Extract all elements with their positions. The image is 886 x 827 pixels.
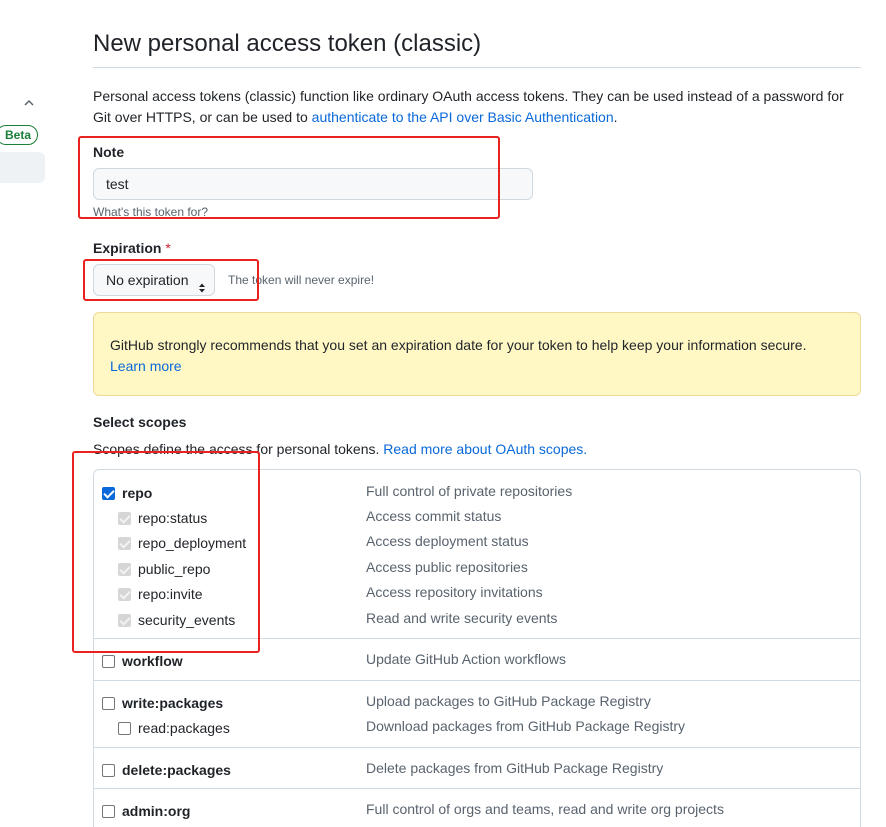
expiration-selected-value: No expiration: [106, 272, 189, 288]
checkbox-repo-invite: [118, 587, 131, 601]
scope-row-security-events: security_events: [118, 610, 235, 630]
scope-name: repo:invite: [138, 586, 203, 602]
expiration-select[interactable]: No expiration: [93, 264, 215, 296]
scope-description: Access repository invitations: [366, 584, 543, 600]
scope-row-repo-status: repo:status: [118, 508, 207, 528]
scope-description: Delete packages from GitHub Package Regi…: [366, 760, 664, 776]
checkbox-security-events: [118, 613, 131, 627]
page-title: New personal access token (classic): [93, 30, 482, 57]
note-hint: What's this token for?: [93, 205, 209, 219]
scope-row-delete-packages[interactable]: delete:packages: [102, 760, 231, 780]
scope-name: security_events: [138, 612, 236, 628]
scope-name: repo: [122, 485, 153, 501]
beta-badge: Beta: [0, 125, 39, 145]
scopes-list: repo Full control of private repositorie…: [93, 469, 861, 827]
note-label: Note: [93, 144, 125, 160]
scope-name: repo:status: [138, 510, 208, 526]
checkbox-read-packages[interactable]: [118, 721, 131, 735]
scope-row-repo-deployment: repo_deployment: [118, 533, 246, 553]
checkbox-public-repo: [118, 562, 131, 576]
scope-description: Access deployment status: [366, 533, 529, 549]
scope-description: Access commit status: [366, 508, 502, 524]
scope-row-repo-invite: repo:invite: [118, 584, 203, 604]
scope-divider: [94, 680, 860, 681]
expiration-label-text: Expiration: [93, 240, 162, 256]
sidebar-item-active[interactable]: [0, 152, 45, 183]
scope-name: public_repo: [138, 561, 211, 577]
scope-divider: [94, 747, 860, 748]
scope-name: workflow: [122, 653, 183, 669]
scope-description: Access public repositories: [366, 559, 528, 575]
checkbox-repo[interactable]: [102, 486, 115, 500]
scope-name: read:packages: [138, 720, 230, 736]
scope-name: delete:packages: [122, 762, 231, 778]
scope-name: admin:org: [122, 803, 191, 819]
checkbox-admin-org[interactable]: [102, 804, 115, 818]
checkbox-repo-status: [118, 511, 131, 525]
checkbox-repo-deployment: [118, 536, 131, 550]
oauth-scopes-link[interactable]: Read more about OAuth scopes.: [383, 441, 587, 457]
intro-text: Personal access tokens (classic) functio…: [93, 86, 861, 127]
chevron-up-icon[interactable]: [22, 96, 36, 110]
scope-divider: [94, 638, 860, 639]
scope-row-workflow[interactable]: workflow: [102, 651, 183, 671]
checkbox-write-packages[interactable]: [102, 696, 115, 710]
scope-name: repo_deployment: [138, 535, 247, 551]
scope-description: Read and write security events: [366, 610, 558, 626]
title-divider: [93, 67, 861, 68]
required-mark: *: [165, 240, 171, 256]
flash-text: GitHub strongly recommends that you set …: [110, 337, 807, 353]
expiration-warning-flash: GitHub strongly recommends that you set …: [93, 312, 861, 396]
expiration-message: The token will never expire!: [228, 273, 375, 287]
select-scopes-heading: Select scopes: [93, 414, 187, 430]
scope-divider: [94, 788, 860, 789]
scope-description: Update GitHub Action workflows: [366, 651, 566, 667]
note-input[interactable]: [93, 168, 533, 200]
checkbox-workflow[interactable]: [102, 654, 115, 668]
scope-description: Full control of orgs and teams, read and…: [366, 801, 724, 817]
scopes-description: Scopes define the access for personal to…: [93, 441, 587, 457]
scope-description: Full control of private repositories: [366, 483, 573, 499]
scope-description: Upload packages to GitHub Package Regist…: [366, 693, 651, 709]
scope-description: Download packages from GitHub Package Re…: [366, 718, 686, 734]
scope-name: write:packages: [122, 695, 224, 711]
select-arrows-icon: [198, 274, 206, 293]
scopes-desc-text: Scopes define the access for personal to…: [93, 441, 384, 457]
scope-row-public-repo: public_repo: [118, 559, 210, 579]
scope-row-read-packages[interactable]: read:packages: [118, 718, 230, 738]
scope-row-write-packages[interactable]: write:packages: [102, 693, 223, 713]
basic-auth-link[interactable]: authenticate to the API over Basic Authe…: [312, 109, 614, 125]
settings-sidebar: Beta: [0, 0, 50, 827]
scope-row-admin-org[interactable]: admin:org: [102, 801, 190, 821]
learn-more-link[interactable]: Learn more: [110, 358, 182, 374]
expiration-label: Expiration *: [93, 240, 171, 256]
intro-end: .: [613, 108, 618, 125]
checkbox-delete-packages[interactable]: [102, 763, 115, 777]
scope-row-repo[interactable]: repo: [102, 483, 152, 503]
